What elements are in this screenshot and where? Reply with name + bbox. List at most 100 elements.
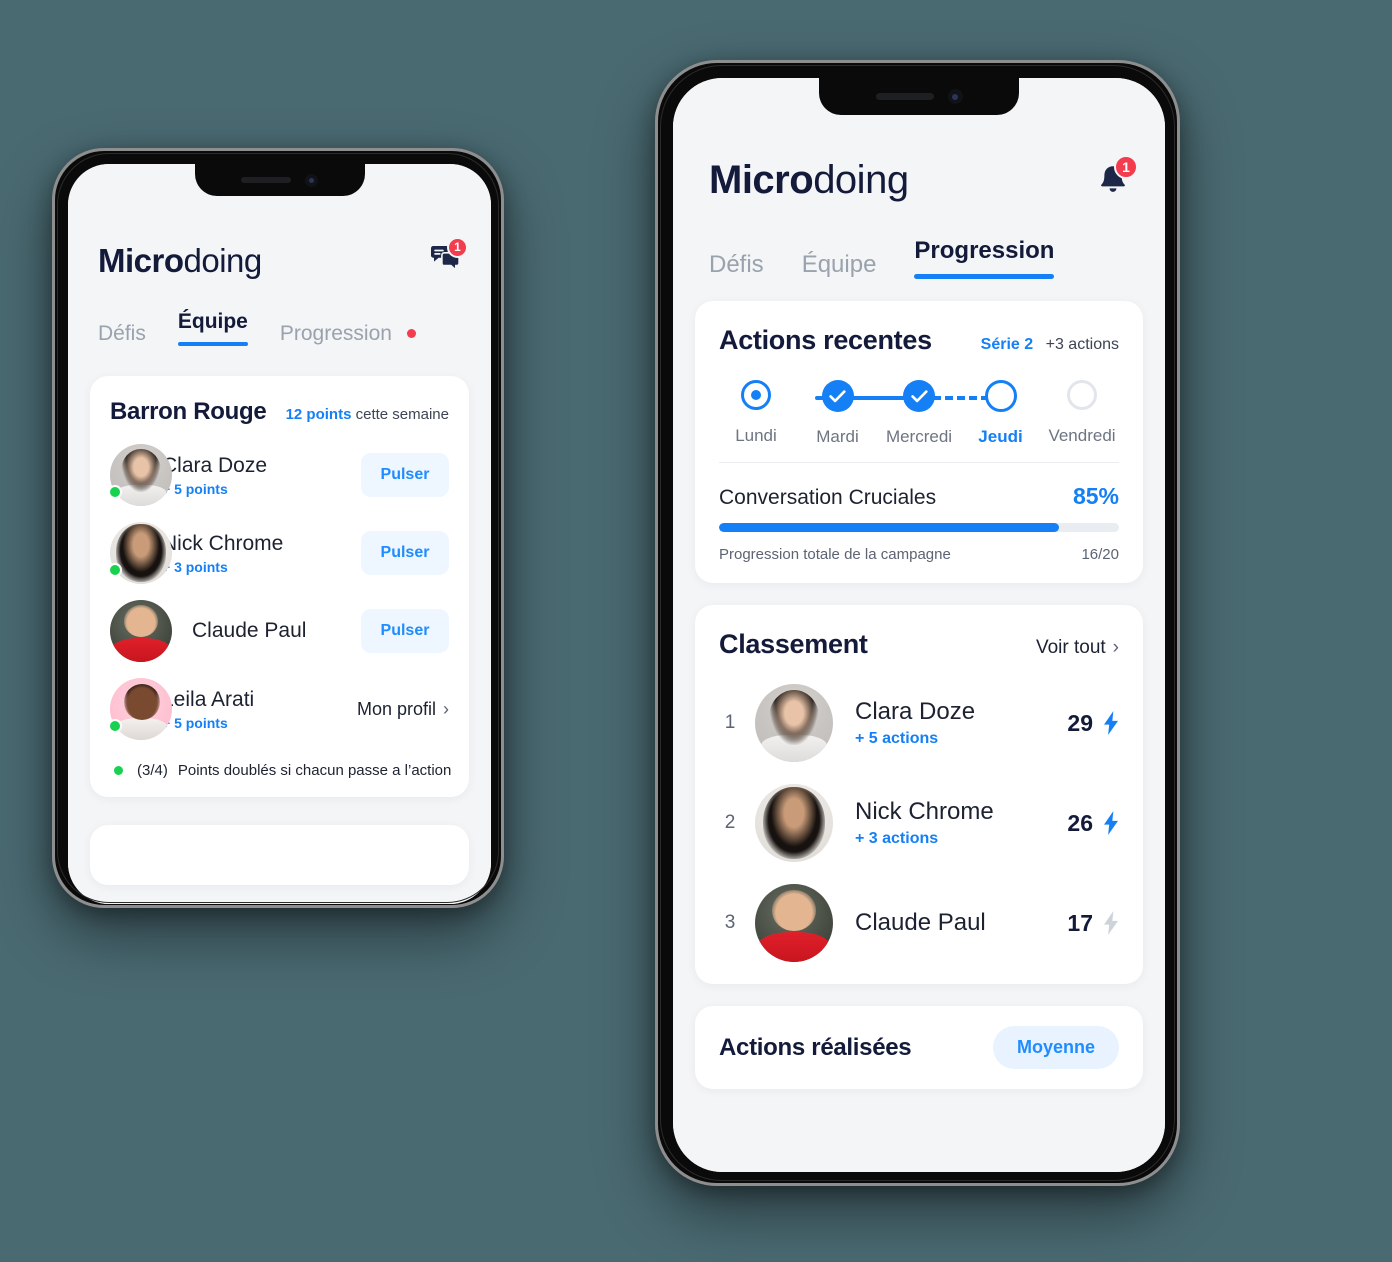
team-points-value: 12 points <box>285 406 352 423</box>
power-button[interactable] <box>1177 353 1180 445</box>
tabs-left: Défis Équipe Progression <box>68 280 491 346</box>
streak-label: Série 2 <box>980 336 1034 353</box>
leader-info: Claude Paul <box>855 909 1067 937</box>
app-logo: Microdoing <box>709 158 909 203</box>
day-nodes: Lundi Mardi Mercredi Jeudi Vendredi <box>719 380 1119 447</box>
day-label: Lundi <box>735 426 777 445</box>
online-indicator <box>110 721 120 731</box>
volume-down-button[interactable] <box>655 363 658 431</box>
pulser-button[interactable]: Pulser <box>361 609 449 653</box>
member-name: Clara Doze <box>162 453 268 477</box>
tab-defis-label: Défis <box>98 322 146 345</box>
completed-actions-title: Actions réalisées <box>719 1033 912 1061</box>
rank-number: 1 <box>724 712 736 733</box>
progress-footer: Progression totale de la campagne 16/20 <box>719 546 1119 563</box>
tab-progression[interactable]: Progression <box>914 237 1055 279</box>
streak-info: Série 2 +3 actions <box>981 336 1119 354</box>
average-filter-chip[interactable]: Moyenne <box>992 1026 1119 1069</box>
messages-button[interactable]: 1 <box>429 236 468 279</box>
avatar <box>110 522 172 584</box>
volume-up-button[interactable] <box>655 303 658 341</box>
tab-progression-label: Progression <box>914 237 1055 264</box>
tab-equipe[interactable]: Équipe <box>177 310 248 346</box>
day-node-empty-icon <box>1067 380 1097 410</box>
member-points: + 5 points <box>162 480 228 497</box>
leader-points: 29 <box>1067 709 1093 736</box>
logo-bold: Micro <box>709 158 814 202</box>
app-logo: Microdoing <box>98 242 262 280</box>
member-points: + 5 points <box>162 714 228 731</box>
see-all-button[interactable]: Voir tout › <box>1036 637 1119 659</box>
notifications-button[interactable]: 1 <box>1097 155 1138 202</box>
day-label: Mardi <box>816 427 859 446</box>
day-node-check-icon <box>821 380 854 412</box>
member-name: Leila Arati <box>162 687 255 711</box>
day-label: Vendredi <box>1048 426 1116 445</box>
pulser-button[interactable]: Pulser <box>361 453 449 497</box>
rank-number: 2 <box>724 812 736 833</box>
tab-progression-label: Progression <box>279 322 392 345</box>
progress-label: Conversation Cruciales <box>719 486 937 509</box>
tab-defis[interactable]: Défis <box>709 251 764 279</box>
pulser-button[interactable]: Pulser <box>361 531 449 575</box>
footnote-text: Points doublés si chacun passe a l’actio… <box>177 762 452 779</box>
member-info: Nick Chrome + 3 points <box>162 532 361 575</box>
day-label: Mercredi <box>885 427 953 446</box>
divider <box>719 462 1119 463</box>
day-mardi[interactable]: Mardi <box>801 380 875 447</box>
power-button[interactable] <box>501 351 504 431</box>
day-mercredi[interactable]: Mercredi <box>882 380 956 447</box>
leaderboard-row[interactable]: 1 Clara Doze + 5 actions 29 <box>719 684 1119 762</box>
phone-right-screen: Microdoing 1 Défis Équipe Progression Ac… <box>673 78 1165 1172</box>
avatar <box>110 600 172 662</box>
tab-equipe-label: Équipe <box>177 310 248 333</box>
scene: Microdoing 1 Défis Équipe Progression Ba… <box>0 0 1392 1262</box>
recent-actions-header: Actions recentes Série 2 +3 actions <box>719 325 1119 356</box>
leaderboard-card: Classement Voir tout › 1 Clara Doze + 5 … <box>695 605 1143 984</box>
recent-actions-card: Actions recentes Série 2 +3 actions Lund… <box>695 301 1143 583</box>
streak-extra: +3 actions <box>1045 336 1119 353</box>
logo-bold: Micro <box>98 242 184 279</box>
tab-defis-label: Défis <box>709 251 764 278</box>
tab-active-underline <box>914 274 1055 279</box>
leader-actions: + 5 actions <box>855 730 939 747</box>
leaderboard-row[interactable]: 2 Nick Chrome + 3 actions 26 <box>719 784 1119 862</box>
progress-caption: Progression totale de la campagne <box>719 546 951 563</box>
weekly-day-tracker: Lundi Mardi Mercredi Jeudi Vendredi <box>719 380 1119 458</box>
tab-active-underline <box>177 342 248 346</box>
tab-progression[interactable]: Progression <box>280 322 416 346</box>
phone-right: Microdoing 1 Défis Équipe Progression Ac… <box>655 60 1180 1186</box>
recent-actions-title: Actions recentes <box>719 325 932 355</box>
day-vendredi[interactable]: Vendredi <box>1045 380 1119 447</box>
leader-info: Clara Doze + 5 actions <box>855 698 1067 748</box>
day-node-open-icon <box>984 380 1017 412</box>
completed-actions-card: Actions réalisées Moyenne <box>695 1006 1143 1089</box>
avatar <box>755 884 833 962</box>
chevron-right-icon: › <box>1112 637 1119 658</box>
tab-equipe[interactable]: Équipe <box>802 251 877 279</box>
notch <box>819 78 1019 115</box>
leader-name: Claude Paul <box>855 909 986 936</box>
notch <box>194 164 365 196</box>
notifications-badge: 1 <box>1114 155 1138 179</box>
footnote-count: (3/4) <box>137 762 168 779</box>
avatar <box>110 678 172 740</box>
avatar <box>755 784 833 862</box>
earpiece-speaker <box>241 177 291 183</box>
my-profile-link[interactable]: Mon profil › <box>357 699 449 720</box>
front-camera <box>947 89 963 104</box>
day-jeudi[interactable]: Jeudi <box>964 380 1038 447</box>
avatar <box>755 684 833 762</box>
team-member-row[interactable]: Leila Arati + 5 points Mon profil › <box>110 678 449 740</box>
tab-defis[interactable]: Défis <box>98 322 146 346</box>
volume-down-button[interactable] <box>52 369 55 427</box>
leaderboard-row[interactable]: 3 Claude Paul 17 <box>719 884 1119 962</box>
tab-notification-dot <box>406 329 416 338</box>
day-lundi[interactable]: Lundi <box>719 380 793 447</box>
team-member-row[interactable]: Nick Chrome + 3 points Pulser <box>110 522 449 584</box>
day-node-check-icon <box>903 380 935 412</box>
leaderboard-title: Classement <box>719 629 868 659</box>
volume-up-button[interactable] <box>52 321 55 355</box>
team-member-row[interactable]: Claude Paul Pulser <box>110 600 449 662</box>
team-member-row[interactable]: Clara Doze + 5 points Pulser <box>110 444 449 506</box>
